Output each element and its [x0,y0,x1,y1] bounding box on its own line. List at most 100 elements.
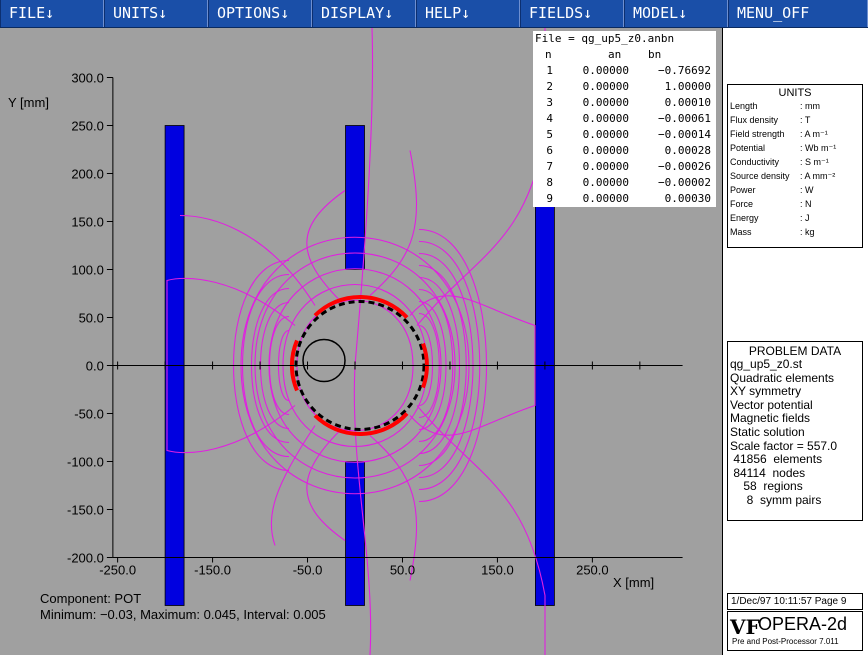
min-max-label: Minimum: −0.03, Maximum: 0.045, Interval… [40,607,326,622]
unit-quantity: Length [730,101,758,111]
unit-value: : S m⁻¹ [800,157,829,167]
y-tick-label: -100.0 [67,455,104,470]
menu-options[interactable]: OPTIONS↓ [208,0,312,27]
problem-line: 8 symm pairs [730,492,822,507]
logo-text: OPERA-2d [758,614,848,634]
harmonics-header-n: n [545,48,552,61]
harmonics-cell: 0.00000 [582,128,629,141]
y-tick-label: 50.0 [79,311,104,326]
harmonics-cell: 4 [546,112,553,125]
harmonics-cell: 0.00028 [664,144,711,157]
harmonics-cell: −0.00002 [658,176,711,189]
unit-value: : A mm⁻² [800,171,836,181]
harmonics-cell: −0.00026 [658,160,711,173]
component-label: Component: POT [40,591,141,606]
harmonics-cell: 0.00000 [582,176,629,189]
harmonics-header-an: an [608,48,622,61]
date-stamp: 1/Dec/97 10:11:57 Page 9 [727,593,863,610]
harmonics-cell: 1.00000 [664,80,711,93]
harmonics-cell: 1 [546,64,553,77]
harmonics-cell: 0.00000 [582,64,629,77]
harmonics-file: File = qg_up5_z0.anbn [535,32,675,45]
units-row: Source density : A mm⁻² [728,169,862,183]
problem-line: XY symmetry [730,384,802,399]
opera-logo: VF OPERA-2d Pre and Post-Processor 7.011 [727,611,863,651]
problem-line: Scale factor = 557.0 [730,438,838,453]
y-tick-label: 250.0 [71,119,104,134]
harmonics-cell: −0.76692 [658,64,711,77]
units-row: Mass: kg [728,225,862,239]
y-tick-label: 150.0 [71,215,104,230]
unit-quantity: Force [730,199,754,209]
harmonics-cell: 3 [546,96,553,109]
y-tick-label: 0.0 [86,359,104,374]
problem-line: 41856 elements [730,452,823,467]
problem-line: Static solution [730,424,805,439]
units-row: Field strength: A m⁻¹ [728,127,862,141]
unit-quantity: Flux density [730,115,779,125]
x-tick-label: 250.0 [576,563,609,578]
unit-value: : W [800,185,814,195]
menu-help[interactable]: HELP↓ [416,0,520,27]
harmonics-cell: 0.00000 [582,144,629,157]
unit-quantity: Source density [730,171,790,181]
y-tick-label: -50.0 [74,407,104,422]
problem-data-panel: PROBLEM DATA qg_up5_z0.st Quadratic eleme… [727,341,863,521]
menu-off[interactable]: MENU_OFF [728,0,868,27]
harmonics-cell: 0.00000 [582,96,629,109]
unit-value: : Wb m⁻¹ [800,143,837,153]
harmonics-cell: 0.00000 [582,80,629,93]
problem-line: Quadratic elements [730,370,835,385]
menu-model[interactable]: MODEL↓ [624,0,728,27]
units-title: UNITS [778,87,812,99]
menu-fields[interactable]: FIELDS↓ [520,0,624,27]
harmonics-header-bn: bn [648,48,662,61]
steel-yoke [345,461,365,606]
problem-title: PROBLEM DATA [748,344,842,358]
y-tick-label: -200.0 [67,551,104,566]
y-axis-label: Y [mm] [8,95,49,110]
x-tick-label: -50.0 [293,563,323,578]
units-row: Power: W [728,183,862,197]
problem-line: 84114 nodes [730,465,806,480]
x-axis-label: X [mm] [613,575,654,590]
harmonics-cell: 0.00000 [582,192,629,205]
harmonics-cell: −0.00061 [658,112,711,125]
logo-subtitle: Pre and Post-Processor 7.011 [732,637,839,646]
unit-quantity: Potential [730,143,766,153]
harmonics-cell: 8 [546,176,553,189]
units-row: Force : N [728,197,862,211]
menu-bar: FILE↓ UNITS↓ OPTIONS↓ DISPLAY↓ HELP↓ FIELDS↓ M… [0,0,868,28]
harmonics-cell: 9 [546,192,553,205]
units-row: Conductivity : S m⁻¹ [728,155,862,169]
menu-units[interactable]: UNITS↓ [104,0,208,27]
units-panel: UNITS Length: mm Flux density : T Field str… [727,84,863,248]
y-tick-label: 300.0 [71,71,104,86]
unit-quantity: Energy [730,213,759,223]
harmonics-cell: 0.00000 [582,112,629,125]
problem-line: Vector potential [730,397,813,412]
problem-line: 58 regions [730,479,803,494]
units-row: Length: mm [728,99,862,113]
y-tick-label: -150.0 [67,503,104,518]
units-row: Energy : J [728,211,862,225]
x-tick-label: -150.0 [194,563,231,578]
steel-yoke [345,125,365,270]
vf-logo-icon: VF [730,615,760,639]
y-tick-label: 200.0 [71,167,104,182]
unit-value: : N [800,199,812,209]
unit-value: : J [800,213,810,223]
unit-value: : T [800,115,811,125]
harmonics-cell: 0.00030 [664,192,711,205]
harmonics-cell: 7 [546,160,553,173]
unit-value: : kg [800,227,815,237]
harmonics-table: File = qg_up5_z0.anbn n an bn 1 0.00000 −0.76… [533,31,716,207]
y-tick-label: 100.0 [71,263,104,278]
menu-file[interactable]: FILE↓ [0,0,104,27]
right-panel: UNITS Length: mm Flux density : T Field str… [722,28,868,655]
harmonics-cell: 2 [546,80,553,93]
menu-display[interactable]: DISPLAY↓ [312,0,416,27]
x-tick-label: 150.0 [481,563,514,578]
unit-quantity: Conductivity [730,157,780,167]
units-row: Flux density : T [728,113,862,127]
